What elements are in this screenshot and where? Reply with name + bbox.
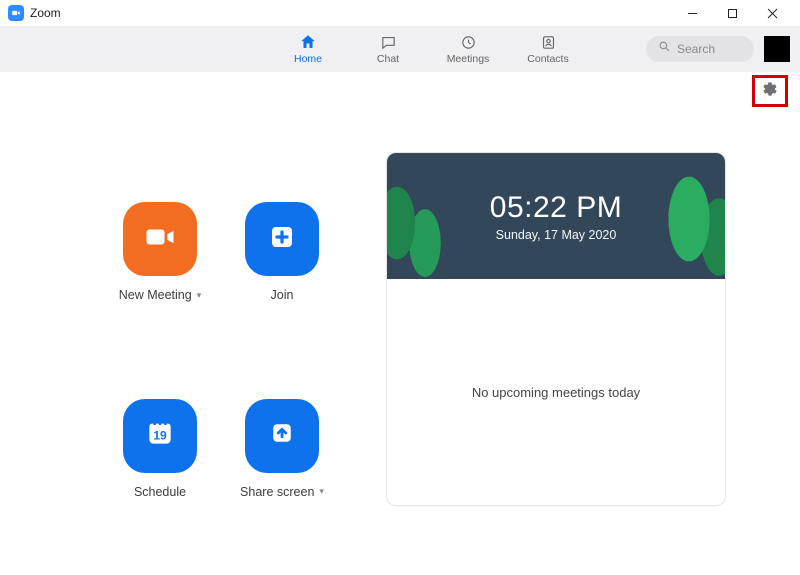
chevron-down-icon: ▾ [319, 486, 324, 497]
settings-button-highlight [752, 75, 788, 107]
tab-label: Home [294, 53, 322, 65]
schedule-button[interactable]: 19 [123, 399, 197, 473]
chat-icon [379, 33, 397, 51]
profile-avatar[interactable] [764, 36, 790, 62]
window-maximize-button[interactable] [712, 0, 752, 26]
clock-hero: 05:22 PM Sunday, 17 May 2020 [387, 153, 725, 279]
calendar-icon: 19 [144, 417, 176, 454]
chevron-down-icon: ▾ [197, 290, 202, 301]
tab-contacts[interactable]: Contacts [526, 33, 570, 65]
top-navbar: Home Chat Meetings Contacts Search [0, 26, 800, 72]
contacts-icon [539, 33, 557, 51]
share-up-icon [267, 418, 297, 453]
new-meeting-action: New Meeting ▾ [100, 202, 220, 349]
tab-chat[interactable]: Chat [366, 33, 410, 65]
action-grid: New Meeting ▾ Join 19 Schedule [40, 152, 342, 545]
video-icon [142, 219, 178, 260]
search-input[interactable]: Search [646, 36, 754, 62]
search-placeholder: Search [677, 42, 715, 56]
join-button[interactable] [245, 202, 319, 276]
new-meeting-button[interactable] [123, 202, 197, 276]
join-action: Join [222, 202, 342, 349]
current-date: Sunday, 17 May 2020 [496, 228, 617, 242]
window-close-button[interactable] [752, 0, 792, 26]
svg-text:19: 19 [153, 429, 167, 443]
tab-home[interactable]: Home [286, 33, 330, 65]
search-icon [658, 40, 671, 58]
current-time: 05:22 PM [490, 191, 622, 225]
window-title: Zoom [30, 6, 61, 20]
share-screen-action: Share screen ▾ [222, 399, 342, 546]
action-label[interactable]: New Meeting ▾ [119, 288, 201, 302]
plus-icon [267, 222, 297, 257]
main-content: New Meeting ▾ Join 19 Schedule [0, 72, 800, 575]
share-screen-button[interactable] [245, 399, 319, 473]
tab-label: Contacts [527, 53, 568, 65]
zoom-logo-icon [8, 5, 24, 21]
upcoming-body: No upcoming meetings today [387, 279, 725, 505]
tab-label: Meetings [447, 53, 490, 65]
action-label[interactable]: Share screen ▾ [240, 485, 324, 499]
gear-icon[interactable] [762, 81, 778, 102]
window-titlebar: Zoom [0, 0, 800, 26]
action-label: Join [271, 288, 294, 302]
action-label: Schedule [134, 485, 186, 499]
clock-icon [459, 33, 477, 51]
home-icon [299, 33, 317, 51]
tab-label: Chat [377, 53, 399, 65]
upcoming-card: 05:22 PM Sunday, 17 May 2020 No upcoming… [386, 152, 726, 506]
window-minimize-button[interactable] [672, 0, 712, 26]
no-meetings-text: No upcoming meetings today [472, 385, 640, 400]
tab-meetings[interactable]: Meetings [446, 33, 490, 65]
schedule-action: 19 Schedule [100, 399, 220, 546]
